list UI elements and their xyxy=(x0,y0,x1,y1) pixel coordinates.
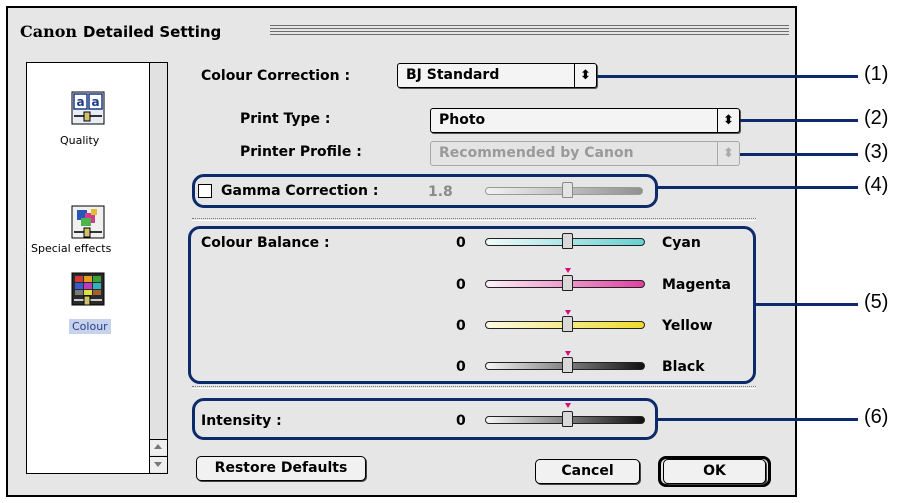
dialog-title: Canon Detailed Setting xyxy=(20,22,221,41)
scroll-down-arrow-icon[interactable] xyxy=(150,456,167,472)
annotation-box-4 xyxy=(192,174,658,208)
separator-line xyxy=(192,218,756,221)
annotation-box-6 xyxy=(192,398,658,440)
sidebar-item-label: Quality xyxy=(60,134,100,147)
restore-defaults-button[interactable]: Restore Defaults xyxy=(196,456,366,481)
scroll-up-arrow-icon[interactable] xyxy=(150,439,167,455)
colour-correction-popup[interactable]: BJ Standard ⬍ xyxy=(397,63,597,88)
svg-text:a: a xyxy=(91,95,99,109)
sidebar-item-label: Special effects xyxy=(31,242,112,255)
callout-label-3: (3) xyxy=(864,141,889,163)
svg-text:a: a xyxy=(76,95,84,109)
cancel-button[interactable]: Cancel xyxy=(535,459,640,484)
leader-line-4 xyxy=(658,186,858,189)
special-effects-icon xyxy=(71,205,105,239)
title-bar-stripes xyxy=(270,25,789,37)
print-type-popup[interactable]: Photo ⬍ xyxy=(430,108,740,133)
callout-label-6: (6) xyxy=(864,406,889,428)
brand-logo: Canon xyxy=(20,22,78,41)
ok-button[interactable]: OK xyxy=(663,459,766,484)
leader-line-6 xyxy=(658,418,858,421)
callout-label-4: (4) xyxy=(864,174,889,196)
updown-arrow-icon: ⬍ xyxy=(574,64,596,87)
title-bar: Canon Detailed Setting xyxy=(8,8,795,50)
printer-profile-label: Printer Profile : xyxy=(240,144,362,160)
annotation-box-5 xyxy=(188,226,756,384)
updown-arrow-icon: ⬍ xyxy=(717,109,739,132)
leader-line-1 xyxy=(597,75,858,78)
quality-icon: a a xyxy=(71,91,105,125)
colour-correction-label: Colour Correction : xyxy=(201,68,351,84)
sidebar-item-colour[interactable]: Colour xyxy=(27,272,149,334)
leader-line-2 xyxy=(740,119,858,122)
printer-profile-popup[interactable]: Recommended by Canon ⬍ xyxy=(430,141,740,166)
sidebar-item-label: Colour xyxy=(69,319,111,334)
printer-profile-value: Recommended by Canon xyxy=(439,145,634,161)
print-type-label: Print Type : xyxy=(240,111,331,127)
leader-line-5 xyxy=(756,303,858,306)
separator-line xyxy=(192,386,756,389)
leader-line-3 xyxy=(740,153,858,156)
sidebar-scrollbar[interactable] xyxy=(150,62,168,474)
settings-sidebar: a a Quality Special effects Colour xyxy=(26,62,150,474)
print-type-value: Photo xyxy=(439,112,486,128)
updown-arrow-icon: ⬍ xyxy=(717,142,739,165)
colour-correction-value: BJ Standard xyxy=(406,67,500,83)
sidebar-item-quality[interactable]: a a Quality xyxy=(27,91,149,147)
callout-label-5: (5) xyxy=(864,291,889,313)
colour-icon xyxy=(71,272,105,306)
callout-label-1: (1) xyxy=(864,63,889,85)
title-text: Detailed Setting xyxy=(83,23,222,41)
sidebar-item-special-effects[interactable]: Special effects xyxy=(27,205,149,255)
callout-label-2: (2) xyxy=(864,107,889,129)
